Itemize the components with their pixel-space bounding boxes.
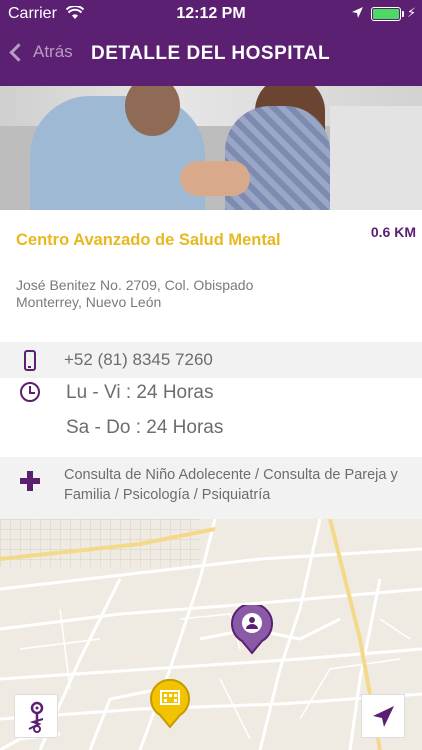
phone-row[interactable]: +52 (81) 8345 7260	[0, 342, 422, 378]
map-view[interactable]	[0, 519, 422, 750]
chevron-left-icon	[9, 42, 28, 62]
route-icon	[28, 701, 44, 733]
hospital-pin-icon[interactable]	[149, 679, 191, 729]
navigate-button[interactable]	[361, 694, 405, 738]
distance-label: 0.6 KM	[370, 224, 416, 240]
address-line-1: José Benitez No. 2709, Col. Obispado	[16, 277, 254, 293]
services-list: Consulta de Niño Adolecente / Consulta d…	[64, 467, 398, 503]
charging-icon: ⚡	[407, 5, 417, 20]
route-button[interactable]	[14, 694, 58, 738]
plus-icon	[20, 471, 40, 491]
navigation-bar: Atrás DETALLE DEL HOSPITAL	[0, 28, 422, 86]
status-bar: Carrier 12:12 PM ⚡	[0, 0, 422, 28]
hospital-info: Centro Avanzado de Salud Mental 0.6 KM J…	[0, 210, 422, 342]
hospital-name: Centro Avanzado de Salud Mental	[16, 231, 281, 249]
hospital-address: José Benitez No. 2709, Col. Obispado Mon…	[16, 277, 253, 311]
hours-weekdays: Lu - Vi : 24 Horas	[66, 382, 214, 403]
navigation-arrow-icon	[373, 706, 394, 727]
page-title: DETALLE DEL HOSPITAL	[91, 43, 331, 64]
hours-weekend: Sa - Do : 24 Horas	[66, 417, 224, 438]
phone-icon	[24, 350, 36, 371]
battery-icon	[371, 7, 401, 21]
back-label: Atrás	[33, 42, 73, 61]
clock-icon	[20, 382, 40, 402]
back-button[interactable]: Atrás	[6, 42, 73, 62]
user-location-pin-icon[interactable]	[230, 605, 274, 655]
address-line-2: Monterrey, Nuevo León	[16, 294, 162, 310]
hospital-photo	[0, 86, 422, 210]
phone-number[interactable]: +52 (81) 8345 7260	[64, 350, 213, 370]
map-streets	[0, 519, 422, 750]
hours-row: Lu - Vi : 24 Horas Sa - Do : 24 Horas	[0, 378, 422, 457]
battery-tip	[402, 11, 404, 17]
services-row: Consulta de Niño Adolecente / Consulta d…	[0, 457, 422, 519]
location-arrow-icon	[352, 7, 363, 18]
